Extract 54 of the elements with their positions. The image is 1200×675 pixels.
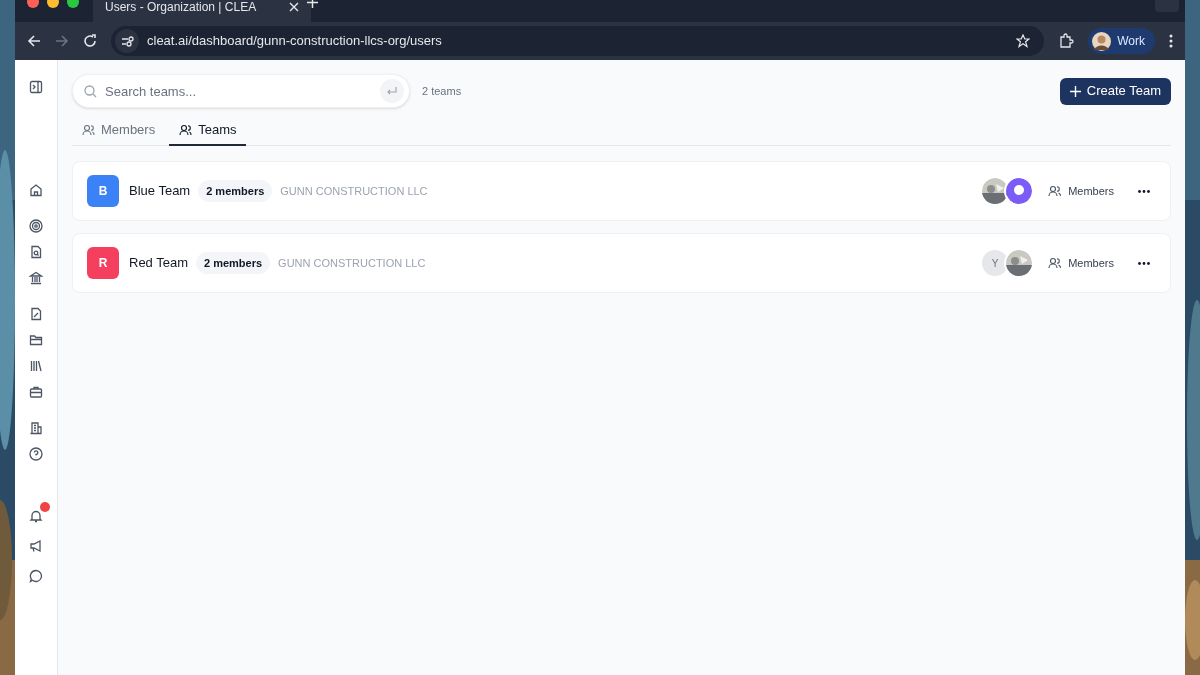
users-icon (1048, 257, 1063, 269)
bank-icon[interactable] (29, 271, 43, 285)
team-count: 2 teams (422, 83, 462, 99)
plus-icon (1069, 85, 1081, 97)
members-button[interactable]: Members (1048, 182, 1114, 200)
user-avatar-icon (1004, 176, 1035, 206)
library-icon[interactable] (29, 359, 43, 373)
reload-icon[interactable] (83, 34, 97, 48)
back-icon[interactable] (27, 34, 41, 48)
bookmark-star-icon[interactable] (1016, 34, 1031, 48)
team-card[interactable]: B Blue Team 2 members GUNN CONSTRUCTION LLC Members (72, 161, 1171, 221)
profile-button[interactable]: Work (1088, 28, 1155, 54)
more-icon[interactable] (1138, 261, 1150, 265)
help-icon[interactable] (29, 447, 43, 461)
close-icon[interactable] (289, 2, 299, 12)
member-count-badge: 2 members (198, 180, 273, 202)
users-icon (82, 124, 95, 136)
users-icon (1048, 185, 1063, 197)
members-button[interactable]: Members (1048, 254, 1114, 272)
new-tab-icon[interactable] (307, 0, 318, 8)
tab[interactable]: Teams (169, 116, 247, 146)
more-icon[interactable] (1138, 189, 1150, 193)
bell-icon[interactable] (29, 509, 43, 523)
site-settings-icon[interactable] (115, 29, 139, 53)
team-logo: B (87, 175, 119, 207)
create-team-button[interactable]: Create Team (1059, 77, 1171, 105)
team-name: Blue Team (129, 182, 191, 201)
target-icon[interactable] (29, 219, 43, 233)
extensions-icon[interactable] (1058, 33, 1075, 49)
team-card[interactable]: R Red Team 2 members GUNN CONSTRUCTION LLC Y Members (72, 233, 1171, 293)
browser-tab[interactable]: Users - Organization | CLEA (93, 0, 311, 22)
member-count-badge: 2 members (196, 252, 271, 274)
team-logo: R (87, 247, 119, 279)
organization-name: GUNN CONSTRUCTION LLC (278, 255, 426, 271)
team-name: Red Team (129, 254, 188, 273)
users-icon (179, 124, 193, 136)
url-text: cleat.ai/dashboard/gunn-construction-llcs-org/users (147, 32, 443, 51)
file-search-icon[interactable] (29, 245, 43, 259)
briefcase-icon[interactable] (29, 385, 43, 399)
organization-name: GUNN CONSTRUCTION LLC (280, 183, 428, 199)
folder-icon[interactable] (29, 333, 43, 347)
chat-icon[interactable] (29, 569, 43, 583)
menu-icon[interactable] (1169, 34, 1173, 48)
tab[interactable]: Members (72, 116, 166, 146)
file-edit-icon[interactable] (29, 307, 43, 321)
forward-icon[interactable] (55, 34, 69, 48)
panel-icon[interactable] (29, 80, 43, 94)
address-bar[interactable]: cleat.ai/dashboard/gunn-construction-llcs-org/users (111, 26, 1045, 56)
building-icon[interactable] (29, 421, 43, 435)
search-field[interactable]: Search teams... (72, 74, 410, 108)
search-icon (84, 85, 97, 98)
tab-title: Users - Organization | CLEA (105, 0, 258, 16)
home-icon[interactable] (29, 183, 43, 197)
megaphone-icon[interactable] (29, 539, 43, 553)
